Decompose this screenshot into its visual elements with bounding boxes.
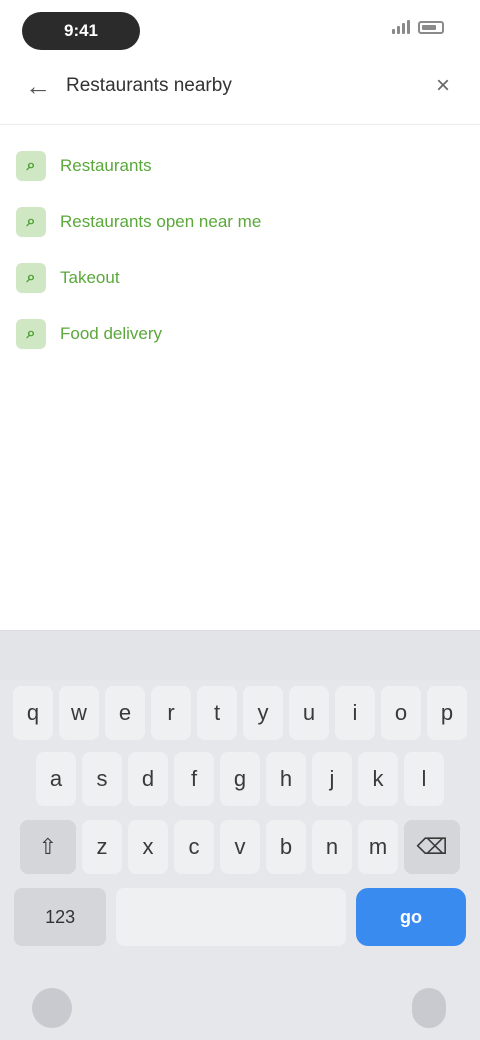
suggestion-label: Restaurants — [60, 156, 152, 175]
divider — [0, 124, 480, 125]
status-time: 9:41 — [22, 12, 140, 50]
key[interactable]: w — [59, 686, 99, 740]
search-suggestion-icon: ⌕ — [16, 151, 46, 181]
suggestion-list: ⌕ Restaurants ⌕ Restaurants open near me… — [16, 138, 456, 362]
key[interactable]: j — [312, 752, 352, 806]
key[interactable]: z — [82, 820, 122, 874]
key[interactable]: d — [128, 752, 168, 806]
key[interactable]: n — [312, 820, 352, 874]
key[interactable]: g — [220, 752, 260, 806]
key[interactable]: l — [404, 752, 444, 806]
shift-icon[interactable]: ⇧ — [20, 820, 76, 874]
microphone-icon[interactable] — [412, 988, 446, 1028]
key[interactable]: k — [358, 752, 398, 806]
key[interactable]: o — [381, 686, 421, 740]
suggestion-item[interactable]: ⌕ Restaurants — [16, 138, 456, 194]
suggestion-item[interactable]: ⌕ Takeout — [16, 250, 456, 306]
key[interactable]: e — [105, 686, 145, 740]
search-suggestion-icon: ⌕ — [16, 207, 46, 237]
key[interactable]: u — [289, 686, 329, 740]
suggestion-item[interactable]: ⌕ Restaurants open near me — [16, 194, 456, 250]
keyboard-space-row: 123 go — [14, 888, 467, 946]
key[interactable]: b — [266, 820, 306, 874]
key[interactable]: r — [151, 686, 191, 740]
search-suggestion-icon: ⌕ — [16, 319, 46, 349]
key[interactable]: h — [266, 752, 306, 806]
key[interactable]: p — [427, 686, 467, 740]
search-suggestion-icon: ⌕ — [16, 263, 46, 293]
keyboard-toolbar — [0, 630, 480, 680]
signal-icon — [392, 20, 410, 34]
keyboard-row-3: ⇧ z x c v b n m ⌫ — [0, 820, 480, 874]
go-button[interactable]: go — [356, 888, 467, 946]
key[interactable]: x — [128, 820, 168, 874]
key[interactable]: c — [174, 820, 214, 874]
key[interactable]: a — [36, 752, 76, 806]
key[interactable]: f — [174, 752, 214, 806]
close-icon[interactable]: × — [430, 73, 456, 99]
key[interactable]: v — [220, 820, 260, 874]
suggestion-item[interactable]: ⌕ Food delivery — [16, 306, 456, 362]
space-bar[interactable] — [116, 888, 347, 946]
status-bar: 9:41 — [0, 0, 480, 62]
keyboard-row-1: q w e r t y u i o p — [0, 686, 480, 740]
suggestion-label: Takeout — [60, 268, 120, 287]
battery-icon — [418, 20, 444, 34]
key[interactable]: s — [82, 752, 122, 806]
key[interactable]: t — [197, 686, 237, 740]
key[interactable]: q — [13, 686, 53, 740]
suggestion-label: Food delivery — [60, 324, 163, 343]
numbers-key[interactable]: 123 — [14, 888, 107, 946]
key[interactable]: i — [335, 686, 375, 740]
keyboard: q w e r t y u i o p a s d f g h j k l ⇧ … — [0, 630, 480, 1040]
back-arrow-icon[interactable]: ← — [24, 72, 52, 100]
key[interactable]: y — [243, 686, 283, 740]
suggestion-label: Restaurants open near me — [60, 212, 262, 231]
backspace-icon[interactable]: ⌫ — [404, 820, 460, 874]
keyboard-bottom — [0, 966, 480, 1040]
search-input[interactable] — [66, 66, 416, 106]
keyboard-row-2: a s d f g h j k l — [0, 752, 480, 806]
status-icons — [392, 20, 444, 34]
key[interactable]: m — [358, 820, 398, 874]
globe-icon[interactable] — [32, 988, 72, 1028]
search-bar: ← × — [24, 60, 456, 112]
